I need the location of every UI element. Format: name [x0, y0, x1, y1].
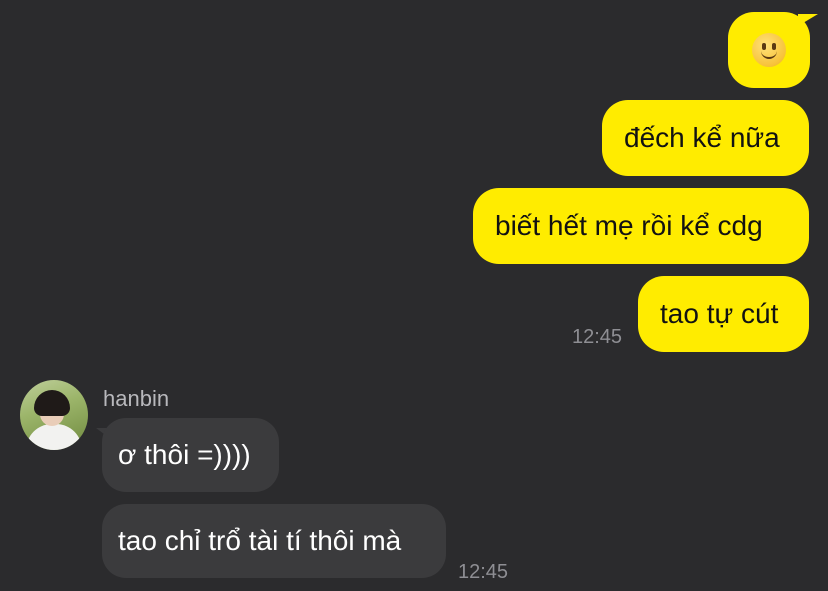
incoming-message[interactable]: tao chỉ trổ tài tí thôi mà — [102, 504, 446, 578]
outgoing-emoji-bubble[interactable] — [728, 12, 810, 88]
incoming-timestamp: 12:45 — [458, 561, 509, 583]
chat-thread: đếch kể nữa biết hết mẹ rồi kể cdg tao t… — [0, 0, 828, 591]
avatar[interactable] — [20, 380, 88, 450]
outgoing-message[interactable]: tao tự cút — [638, 276, 809, 352]
slightly-smiling-face-icon — [752, 33, 786, 67]
outgoing-message[interactable]: đếch kể nữa — [602, 100, 809, 176]
incoming-message[interactable]: ơ thôi =)))) — [102, 418, 279, 492]
sender-name: hanbin — [103, 386, 170, 411]
outgoing-timestamp: 12:45 — [572, 326, 623, 348]
outgoing-message[interactable]: biết hết mẹ rồi kể cdg — [473, 188, 809, 264]
